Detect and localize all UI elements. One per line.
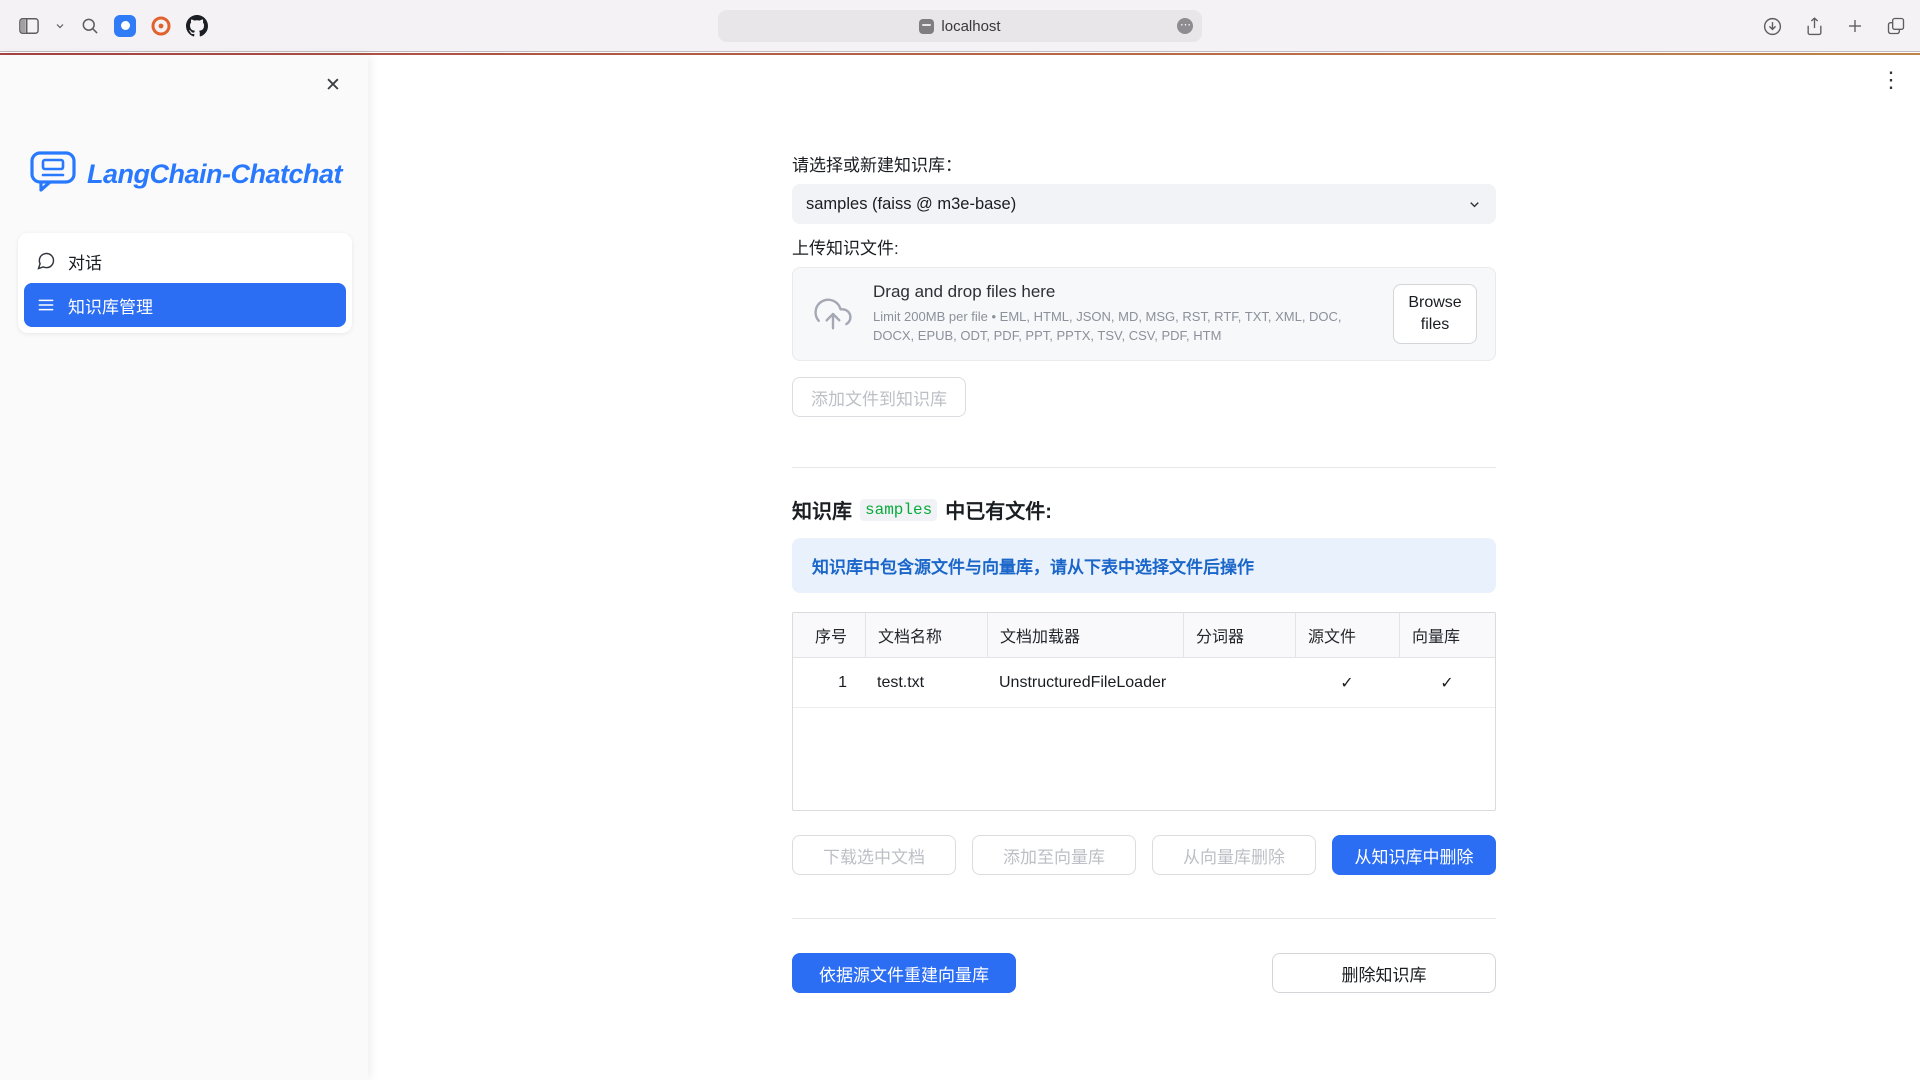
col-header-docname: 文档名称 <box>865 613 987 657</box>
col-header-vectorstore: 向量库 <box>1399 613 1495 657</box>
chat-bubble-icon <box>36 251 56 271</box>
col-header-sourcefile: 源文件 <box>1295 613 1399 657</box>
sidebar-close-icon[interactable]: ✕ <box>320 73 346 99</box>
heading-suffix: 中已有文件: <box>945 495 1052 524</box>
extension-blue-icon[interactable] <box>114 15 136 37</box>
kb-name-code: samples <box>860 499 937 521</box>
cell-docname: test.txt <box>865 658 987 707</box>
col-header-loader: 文档加载器 <box>987 613 1183 657</box>
sidebar-item-kb-management[interactable]: 知识库管理 <box>24 283 346 327</box>
url-bar[interactable]: localhost ⋯ <box>718 10 1202 42</box>
uploader-limit-text: Limit 200MB per file • EML, HTML, JSON, … <box>873 308 1375 346</box>
cell-loader: UnstructuredFileLoader <box>987 658 1183 707</box>
extension-orange-icon[interactable] <box>150 15 172 37</box>
col-header-splitter: 分词器 <box>1183 613 1295 657</box>
url-extension-badge-icon[interactable]: ⋯ <box>1177 18 1193 34</box>
chatchat-logo-icon <box>30 151 76 198</box>
uploader-texts: Drag and drop files here Limit 200MB per… <box>873 282 1375 346</box>
rebuild-vectorstore-button[interactable]: 依据源文件重建向量库 <box>792 953 1016 993</box>
uploader-title: Drag and drop files here <box>873 282 1375 302</box>
info-banner: 知识库中包含源文件与向量库，请从下表中选择文件后操作 <box>792 538 1496 593</box>
cell-splitter <box>1183 658 1295 707</box>
app-logo: LangChain-Chatchat <box>30 151 342 198</box>
kb-list-icon <box>36 295 56 315</box>
app-logo-text: LangChain-Chatchat <box>87 159 342 190</box>
chevron-down-icon <box>1467 197 1482 212</box>
cloud-upload-icon <box>811 295 855 333</box>
kb-files-table: 序号 文档名称 文档加载器 分词器 源文件 向量库 1 test.txt Uns… <box>792 612 1496 811</box>
download-selected-button[interactable]: 下载选中文档 <box>792 835 956 875</box>
cell-vectorstore-check: ✓ <box>1399 658 1495 707</box>
sidebar-item-dialogue[interactable]: 对话 <box>24 239 346 283</box>
app-menu-icon[interactable]: ⋮ <box>1880 69 1902 91</box>
sidebar-item-label: 对话 <box>68 249 102 274</box>
remove-from-vectorstore-button[interactable]: 从向量库删除 <box>1152 835 1316 875</box>
col-header-index: 序号 <box>793 613 865 657</box>
add-to-vectorstore-button[interactable]: 添加至向量库 <box>972 835 1136 875</box>
kb-select[interactable]: samples (faiss @ m3e-base) <box>792 184 1496 224</box>
sidebar-nav: 对话 知识库管理 <box>18 233 352 333</box>
delete-kb-button[interactable]: 删除知识库 <box>1272 953 1496 993</box>
delete-from-kb-button[interactable]: 从知识库中删除 <box>1332 835 1496 875</box>
github-extension-icon[interactable] <box>186 15 208 37</box>
kb-select-label: 请选择或新建知识库： <box>792 151 1496 176</box>
row-actions: 下载选中文档 添加至向量库 从向量库删除 从知识库中删除 <box>792 835 1496 875</box>
url-text: localhost <box>941 18 1000 35</box>
content-column: 请选择或新建知识库： samples (faiss @ m3e-base) 上传… <box>792 55 1496 993</box>
table-header-row: 序号 文档名称 文档加载器 分词器 源文件 向量库 <box>793 613 1495 658</box>
divider <box>792 467 1496 468</box>
downloads-icon[interactable] <box>1762 16 1783 37</box>
browse-files-button[interactable]: Browse files <box>1393 284 1477 344</box>
heading-prefix: 知识库 <box>792 495 852 524</box>
sidebar: ✕ LangChain-Chatchat 对话 <box>0 55 368 1080</box>
chevron-down-icon[interactable] <box>54 20 66 32</box>
cell-index: 1 <box>793 658 865 707</box>
tab-overview-icon[interactable] <box>1886 16 1906 36</box>
table-row[interactable]: 1 test.txt UnstructuredFileLoader ✓ ✓ <box>793 658 1495 708</box>
sidebar-item-label: 知识库管理 <box>68 293 153 318</box>
cell-sourcefile-check: ✓ <box>1295 658 1399 707</box>
kb-select-value: samples (faiss @ m3e-base) <box>806 195 1467 214</box>
upload-label: 上传知识文件: <box>792 234 1496 259</box>
site-favicon <box>919 19 934 34</box>
search-icon[interactable] <box>80 16 100 36</box>
file-uploader-dropzone[interactable]: Drag and drop files here Limit 200MB per… <box>792 267 1496 361</box>
share-icon[interactable] <box>1805 16 1824 37</box>
divider <box>792 918 1496 919</box>
sidebar-toggle-icon[interactable] <box>18 16 40 36</box>
browser-toolbar: localhost ⋯ <box>0 0 1920 52</box>
add-files-to-kb-button[interactable]: 添加文件到知识库 <box>792 377 966 417</box>
main-area: ⋮ 请选择或新建知识库： samples (faiss @ m3e-base) … <box>368 55 1920 1080</box>
new-tab-icon[interactable] <box>1846 17 1864 35</box>
kb-actions: 依据源文件重建向量库 删除知识库 <box>792 953 1496 993</box>
kb-files-heading: 知识库 samples 中已有文件: <box>792 495 1496 524</box>
